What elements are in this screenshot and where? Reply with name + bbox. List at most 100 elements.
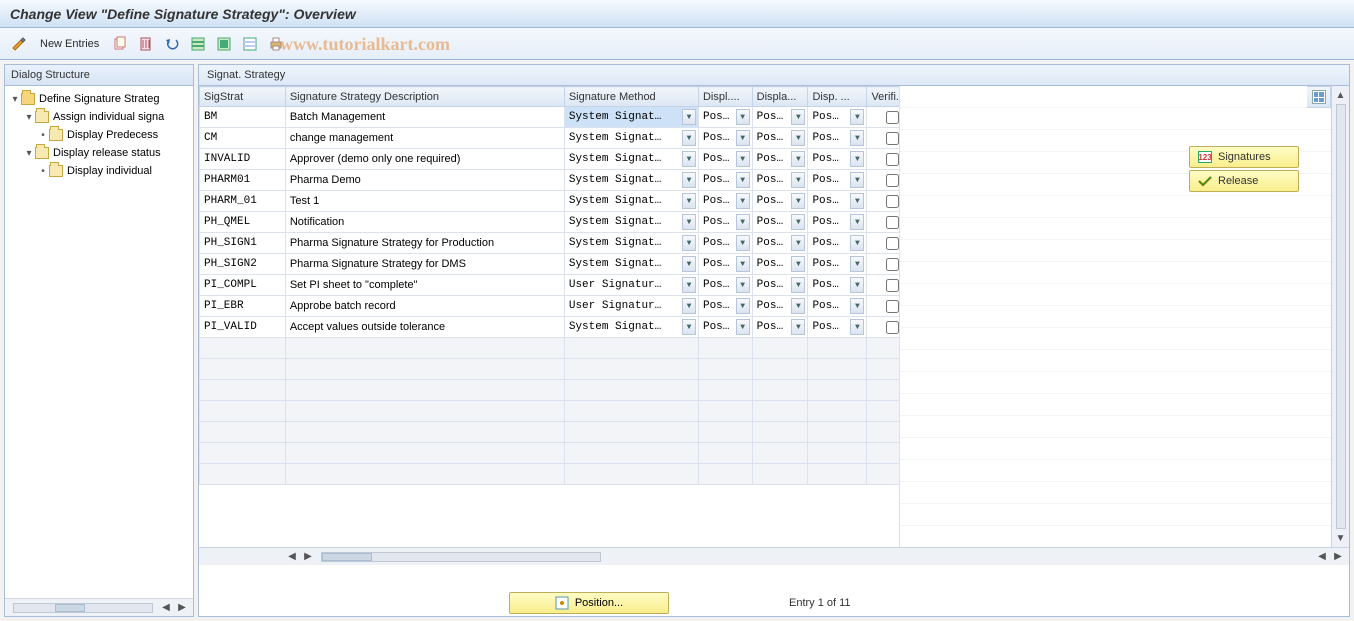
verify-checkbox[interactable] xyxy=(886,300,899,313)
col-displ3[interactable]: Disp. ... xyxy=(808,87,867,107)
sigstrat-input[interactable] xyxy=(200,275,285,295)
dropdown-cell[interactable]: Pos…▼ xyxy=(808,170,866,190)
verify-checkbox[interactable] xyxy=(886,153,899,166)
dropdown-cell[interactable]: Pos…▼ xyxy=(753,296,808,316)
dropdown-cell[interactable]: Pos…▼ xyxy=(753,317,808,337)
dropdown-cell[interactable]: Pos…▼ xyxy=(753,275,808,295)
dropdown-cell[interactable]: Pos…▼ xyxy=(753,107,808,127)
dropdown-cell[interactable]: System Signat…▼ xyxy=(565,191,698,211)
sigstrat-input[interactable] xyxy=(200,254,285,274)
delete-icon[interactable] xyxy=(135,33,157,55)
dropdown-cell[interactable]: User Signatur…▼ xyxy=(565,275,698,295)
table-row[interactable]: Pharma Signature Strategy for DMSSystem … xyxy=(200,254,900,275)
sigstrat-input[interactable] xyxy=(200,233,285,253)
dropdown-cell[interactable]: System Signat…▼ xyxy=(565,212,698,232)
table-row[interactable]: Pharma Signature Strategy for Production… xyxy=(200,233,900,254)
scroll-left-icon[interactable]: ◀ xyxy=(159,601,173,615)
new-entries-button[interactable]: New Entries xyxy=(34,33,105,55)
deselect-all-icon[interactable] xyxy=(239,33,261,55)
table-row[interactable]: change managementSystem Signat…▼Pos…▼Pos… xyxy=(200,128,900,149)
dropdown-cell[interactable]: System Signat…▼ xyxy=(565,170,698,190)
verify-checkbox[interactable] xyxy=(886,111,899,124)
scroll-up-icon[interactable]: ▲ xyxy=(1334,88,1348,102)
dropdown-cell[interactable]: Pos…▼ xyxy=(753,149,808,169)
dropdown-cell[interactable]: Pos…▼ xyxy=(808,233,866,253)
sigstrat-input[interactable] xyxy=(200,128,285,148)
tree-node-display-individual[interactable]: • Display individual xyxy=(5,162,193,180)
print-icon[interactable] xyxy=(265,33,287,55)
sigstrat-input[interactable] xyxy=(200,170,285,190)
dropdown-cell[interactable]: Pos…▼ xyxy=(753,233,808,253)
table-row[interactable]: NotificationSystem Signat…▼Pos…▼Pos…▼Pos… xyxy=(200,212,900,233)
table-row[interactable]: Set PI sheet to "complete"User Signatur…… xyxy=(200,275,900,296)
scroll-left-icon[interactable]: ◀ xyxy=(1315,550,1329,564)
dropdown-cell[interactable]: Pos…▼ xyxy=(753,254,808,274)
dropdown-cell[interactable]: Pos…▼ xyxy=(699,317,752,337)
dropdown-cell[interactable]: Pos…▼ xyxy=(808,254,866,274)
col-verify[interactable]: Verifi... xyxy=(867,87,899,107)
table-row[interactable]: Accept values outside toleranceSystem Si… xyxy=(200,317,900,338)
verify-checkbox[interactable] xyxy=(886,195,899,208)
description-cell[interactable]: Batch Management xyxy=(286,107,564,127)
verify-checkbox[interactable] xyxy=(886,279,899,292)
tree-node-define-strategy[interactable]: ▾ Define Signature Strateg xyxy=(5,90,193,108)
sigstrat-input[interactable] xyxy=(200,317,285,337)
dropdown-cell[interactable]: Pos…▼ xyxy=(808,317,866,337)
dropdown-cell[interactable]: System Signat…▼ xyxy=(565,128,698,148)
dropdown-cell[interactable]: Pos…▼ xyxy=(808,191,866,211)
verify-checkbox[interactable] xyxy=(886,321,899,334)
dropdown-cell[interactable]: Pos…▼ xyxy=(808,296,866,316)
verify-checkbox[interactable] xyxy=(886,216,899,229)
toggle-edit-icon[interactable] xyxy=(8,33,30,55)
description-cell[interactable]: Accept values outside tolerance xyxy=(286,317,564,337)
dropdown-cell[interactable]: Pos…▼ xyxy=(699,128,752,148)
description-cell[interactable]: Test 1 xyxy=(286,191,564,211)
dropdown-cell[interactable]: Pos…▼ xyxy=(753,212,808,232)
undo-icon[interactable] xyxy=(161,33,183,55)
description-cell[interactable]: Approbe batch record xyxy=(286,296,564,316)
dropdown-cell[interactable]: User Signatur…▼ xyxy=(565,296,698,316)
expand-toggle-icon[interactable]: ▾ xyxy=(23,148,35,159)
table-row[interactable]: Approver (demo only one required)System … xyxy=(200,149,900,170)
sigstrat-input[interactable] xyxy=(200,149,285,169)
sigstrat-input[interactable] xyxy=(200,191,285,211)
table-row[interactable]: Test 1System Signat…▼Pos…▼Pos…▼Pos…▼ xyxy=(200,191,900,212)
table-config-button[interactable] xyxy=(1307,86,1331,108)
sigstrat-input[interactable] xyxy=(200,296,285,316)
tree-node-display-predecessor[interactable]: • Display Predecess xyxy=(5,126,193,144)
dropdown-cell[interactable]: Pos…▼ xyxy=(699,170,752,190)
dropdown-cell[interactable]: Pos…▼ xyxy=(753,128,808,148)
verify-checkbox[interactable] xyxy=(886,174,899,187)
select-block-icon[interactable] xyxy=(213,33,235,55)
verify-checkbox[interactable] xyxy=(886,132,899,145)
scroll-right-icon[interactable]: ▶ xyxy=(1331,550,1345,564)
tree-horizontal-scrollbar[interactable]: ◀ ▶ xyxy=(5,598,193,616)
scroll-left-icon[interactable]: ◀ xyxy=(285,550,299,564)
scroll-right-icon[interactable]: ▶ xyxy=(175,601,189,615)
dropdown-cell[interactable]: System Signat…▼ xyxy=(565,233,698,253)
dropdown-cell[interactable]: Pos…▼ xyxy=(808,212,866,232)
expand-toggle-icon[interactable]: ▾ xyxy=(9,94,21,105)
dropdown-cell[interactable]: Pos…▼ xyxy=(699,107,752,127)
dropdown-cell[interactable]: Pos…▼ xyxy=(699,233,752,253)
dropdown-cell[interactable]: Pos…▼ xyxy=(808,128,866,148)
verify-checkbox[interactable] xyxy=(886,237,899,250)
col-displ2[interactable]: Displa... xyxy=(752,87,808,107)
col-sigstrat[interactable]: SigStrat xyxy=(200,87,286,107)
verify-checkbox[interactable] xyxy=(886,258,899,271)
dropdown-cell[interactable]: Pos…▼ xyxy=(699,296,752,316)
release-button[interactable]: Release xyxy=(1189,170,1299,192)
dropdown-cell[interactable]: Pos…▼ xyxy=(699,275,752,295)
dropdown-cell[interactable]: Pos…▼ xyxy=(808,149,866,169)
select-all-icon[interactable] xyxy=(187,33,209,55)
col-method[interactable]: Signature Method xyxy=(564,87,698,107)
dropdown-cell[interactable]: Pos…▼ xyxy=(699,149,752,169)
description-cell[interactable]: Approver (demo only one required) xyxy=(286,149,564,169)
description-cell[interactable]: Pharma Demo xyxy=(286,170,564,190)
description-cell[interactable]: Pharma Signature Strategy for DMS xyxy=(286,254,564,274)
sigstrat-input[interactable] xyxy=(200,212,285,232)
scroll-down-icon[interactable]: ▼ xyxy=(1334,531,1348,545)
table-row[interactable]: Approbe batch recordUser Signatur…▼Pos…▼… xyxy=(200,296,900,317)
dropdown-cell[interactable]: Pos…▼ xyxy=(753,191,808,211)
description-cell[interactable]: Set PI sheet to "complete" xyxy=(286,275,564,295)
